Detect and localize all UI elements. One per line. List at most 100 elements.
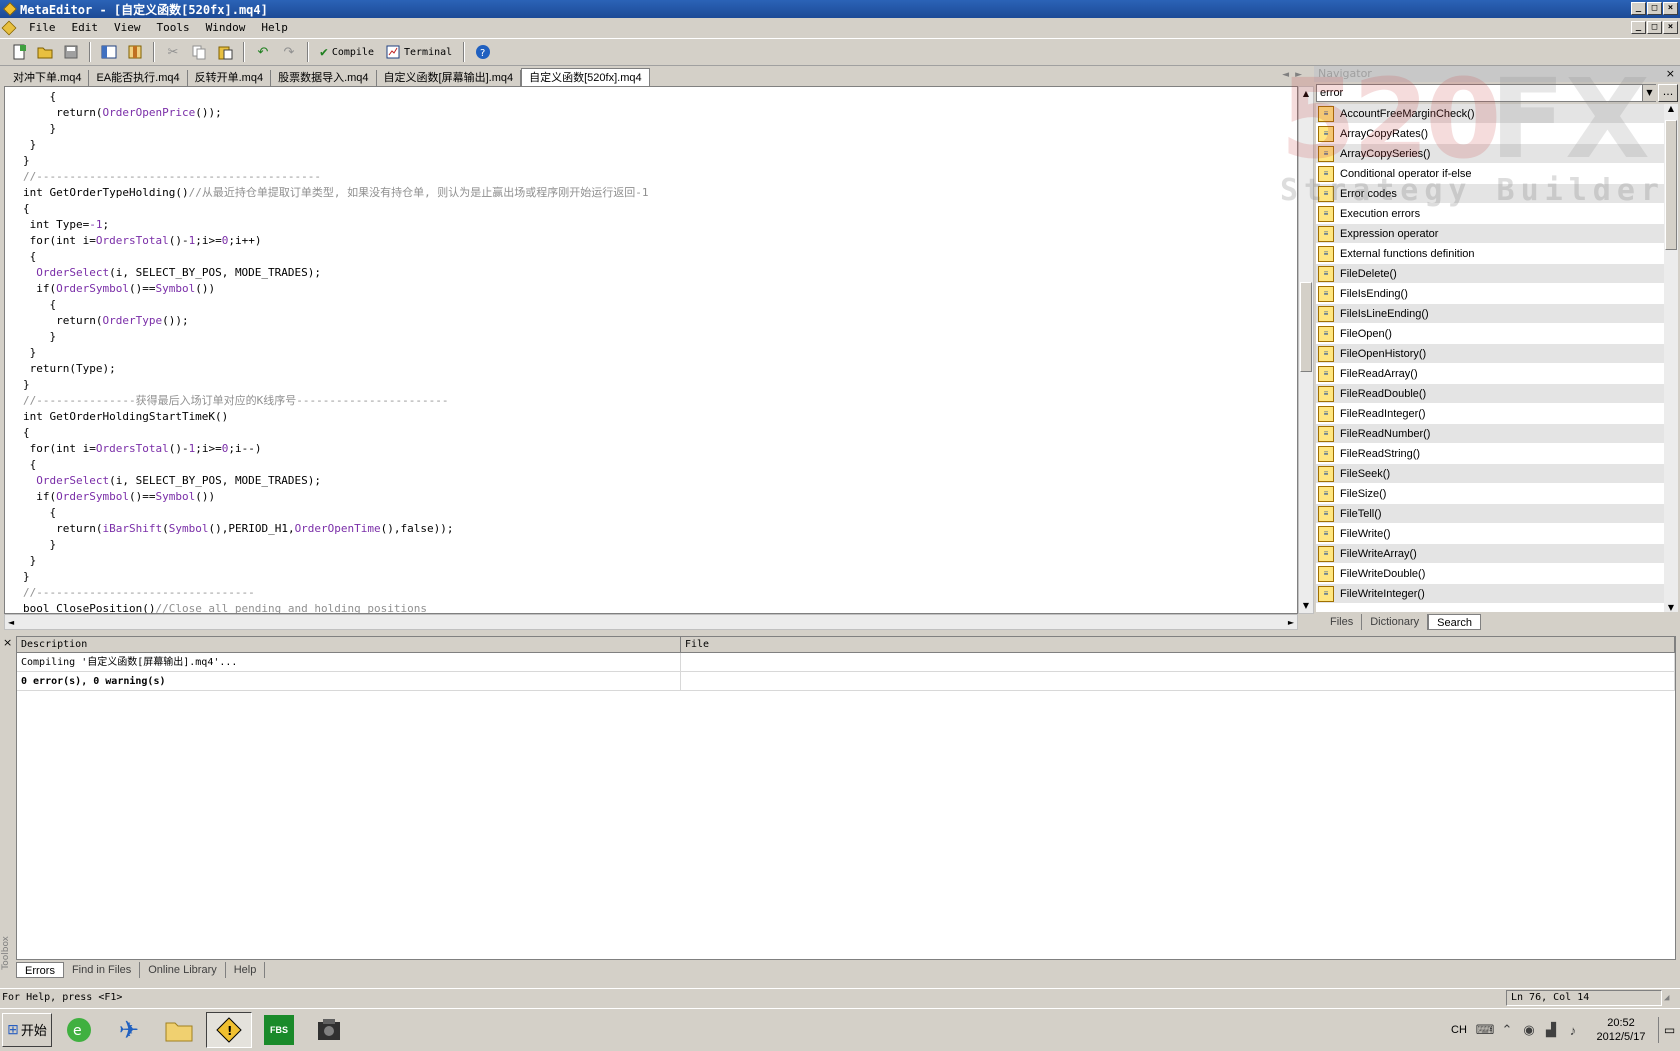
- paste-icon[interactable]: [214, 41, 236, 63]
- scroll-right-icon[interactable]: ►: [1288, 618, 1294, 627]
- signal-icon[interactable]: ▟: [1540, 1022, 1562, 1038]
- navigator-result-item[interactable]: ≡ Execution errors: [1316, 204, 1664, 224]
- folder-taskbar-icon[interactable]: [156, 1012, 202, 1048]
- editor-horizontal-scrollbar[interactable]: ◄ ►: [4, 614, 1298, 630]
- navigator-scrollbar[interactable]: ▲ ▼: [1664, 104, 1678, 612]
- navigator-result-item[interactable]: ≡ FileIsLineEnding(): [1316, 304, 1664, 324]
- navigator-result-item[interactable]: ≡ AccountFreeMarginCheck(): [1316, 104, 1664, 124]
- navigator-result-item[interactable]: ≡ ArrayCopySeries(): [1316, 144, 1664, 164]
- document-icon[interactable]: [1, 20, 17, 35]
- file-tab[interactable]: 股票数据导入.mq4: [271, 70, 377, 86]
- navigator-result-item[interactable]: ≡ External functions definition: [1316, 244, 1664, 264]
- navigator-result-item[interactable]: ≡ FileIsEnding(): [1316, 284, 1664, 304]
- volume-icon[interactable]: ♪: [1562, 1023, 1584, 1038]
- menu-help[interactable]: Help: [254, 21, 297, 34]
- tab-scroll-right-icon[interactable]: ►: [1295, 70, 1302, 80]
- navigator-result-item[interactable]: ≡ FileSeek(): [1316, 464, 1664, 484]
- menu-window[interactable]: Window: [199, 21, 255, 34]
- navigator-result-item[interactable]: ≡ FileTell(): [1316, 504, 1664, 524]
- navigator-result-item[interactable]: ≡ FileWriteDouble(): [1316, 564, 1664, 584]
- scroll-down-icon[interactable]: ▼: [1664, 603, 1678, 612]
- keyboard-icon[interactable]: ⌨: [1474, 1022, 1496, 1038]
- navigator-result-item[interactable]: ≡ ArrayCopyRates(): [1316, 124, 1664, 144]
- open-folder-icon[interactable]: [34, 41, 56, 63]
- search-options-button[interactable]: ...: [1658, 84, 1678, 102]
- compile-button[interactable]: ✔ Compile: [316, 45, 378, 60]
- browser-taskbar-icon[interactable]: e: [56, 1012, 102, 1048]
- show-desktop-icon[interactable]: ▭: [1658, 1017, 1680, 1043]
- column-description[interactable]: Description: [17, 637, 681, 653]
- menu-file[interactable]: File: [22, 21, 65, 34]
- doc-minimize-button[interactable]: _: [1631, 21, 1646, 34]
- output-row[interactable]: Compiling '自定义函数[屏幕输出].mq4'...: [17, 653, 1675, 672]
- save-icon[interactable]: [60, 41, 82, 63]
- navigator-result-item[interactable]: ≡ Conditional operator if-else: [1316, 164, 1664, 184]
- navigator-result-item[interactable]: ≡ FileReadArray(): [1316, 364, 1664, 384]
- tray-expand-icon[interactable]: ⌃: [1496, 1022, 1518, 1038]
- file-tab[interactable]: EA能否执行.mq4: [89, 70, 188, 86]
- toolbox-close-icon[interactable]: ×: [3, 636, 12, 649]
- navigator-result-item[interactable]: ≡ FileOpenHistory(): [1316, 344, 1664, 364]
- editor-vertical-scrollbar[interactable]: ▲ ▼: [1298, 86, 1314, 614]
- tab-dictionary[interactable]: Dictionary: [1362, 613, 1429, 630]
- output-row[interactable]: 0 error(s), 0 warning(s): [17, 672, 1675, 691]
- file-tab[interactable]: 对冲下单.mq4: [6, 70, 90, 86]
- redo-icon[interactable]: ↷: [278, 41, 300, 63]
- cut-icon[interactable]: ✂: [162, 41, 184, 63]
- navigator-result-item[interactable]: ≡ FileReadInteger(): [1316, 404, 1664, 424]
- undo-icon[interactable]: ↶: [252, 41, 274, 63]
- bird-app-taskbar-icon[interactable]: ✈: [106, 1012, 152, 1048]
- scroll-down-icon[interactable]: ▼: [1299, 599, 1313, 613]
- tab-find-in-files[interactable]: Find in Files: [64, 962, 141, 978]
- navigator-result-item[interactable]: ≡ Error codes: [1316, 184, 1664, 204]
- menu-view[interactable]: View: [107, 21, 150, 34]
- navigator-result-item[interactable]: ≡ FileWriteInteger(): [1316, 584, 1664, 604]
- toolbox-toggle-icon[interactable]: [124, 41, 146, 63]
- copy-icon[interactable]: [188, 41, 210, 63]
- navigator-result-item[interactable]: ≡ FileSize(): [1316, 484, 1664, 504]
- terminal-button[interactable]: Terminal: [382, 45, 456, 59]
- file-tab-active[interactable]: 自定义函数[520fx].mq4: [521, 68, 650, 86]
- navigator-result-item[interactable]: ≡ FileReadDouble(): [1316, 384, 1664, 404]
- tab-help[interactable]: Help: [226, 962, 266, 978]
- menu-edit[interactable]: Edit: [65, 21, 108, 34]
- doc-restore-button[interactable]: □: [1647, 21, 1662, 34]
- column-file[interactable]: File: [681, 637, 1675, 653]
- metaeditor-taskbar-icon[interactable]: !: [206, 1011, 252, 1048]
- clock[interactable]: 20:52 2012/5/17: [1584, 1016, 1658, 1044]
- tab-online-library[interactable]: Online Library: [140, 962, 226, 978]
- language-indicator[interactable]: CH: [1444, 1024, 1474, 1036]
- resize-grip-icon[interactable]: ◢: [1664, 993, 1680, 1003]
- tab-files[interactable]: Files: [1322, 613, 1363, 630]
- minimize-button[interactable]: _: [1631, 2, 1646, 15]
- scroll-thumb[interactable]: [1665, 120, 1677, 250]
- navigator-result-item[interactable]: ≡ FileWriteArray(): [1316, 544, 1664, 564]
- navigator-toggle-icon[interactable]: [98, 41, 120, 63]
- file-tab[interactable]: 反转开单.mq4: [188, 70, 272, 86]
- chevron-down-icon[interactable]: ▼: [1642, 85, 1656, 101]
- navigator-result-item[interactable]: ≡ FileReadNumber(): [1316, 424, 1664, 444]
- tab-scroll-left-icon[interactable]: ◄: [1282, 70, 1289, 80]
- fbs-taskbar-button[interactable]: FBS: [256, 1012, 302, 1048]
- navigator-result-item[interactable]: ≡ FileReadString(): [1316, 444, 1664, 464]
- navigator-search-input[interactable]: [1316, 84, 1656, 102]
- doc-close-button[interactable]: ×: [1663, 21, 1678, 34]
- navigator-close-icon[interactable]: ×: [1666, 66, 1675, 82]
- tab-search[interactable]: Search: [1428, 613, 1481, 630]
- help-icon[interactable]: ?: [472, 41, 494, 63]
- navigator-result-item[interactable]: ≡ FileDelete(): [1316, 264, 1664, 284]
- code-editor[interactable]: { return(OrderOpenPrice()); } }} //------…: [4, 86, 1298, 614]
- video-app-taskbar-icon[interactable]: [306, 1012, 352, 1048]
- navigator-result-item[interactable]: ≡ FileOpen(): [1316, 324, 1664, 344]
- menu-tools[interactable]: Tools: [150, 21, 199, 34]
- scroll-up-icon[interactable]: ▲: [1299, 87, 1313, 101]
- navigator-result-item[interactable]: ≡ FileWrite(): [1316, 524, 1664, 544]
- scroll-up-icon[interactable]: ▲: [1664, 104, 1678, 113]
- scroll-thumb[interactable]: [1300, 282, 1312, 372]
- close-button[interactable]: ×: [1663, 2, 1678, 15]
- file-tab[interactable]: 自定义函数[屏幕输出].mq4: [377, 70, 522, 86]
- navigator-result-item[interactable]: ≡ Expression operator: [1316, 224, 1664, 244]
- maximize-button[interactable]: □: [1647, 2, 1662, 15]
- scroll-left-icon[interactable]: ◄: [8, 618, 14, 627]
- start-button[interactable]: ⊞ 开始: [2, 1012, 52, 1047]
